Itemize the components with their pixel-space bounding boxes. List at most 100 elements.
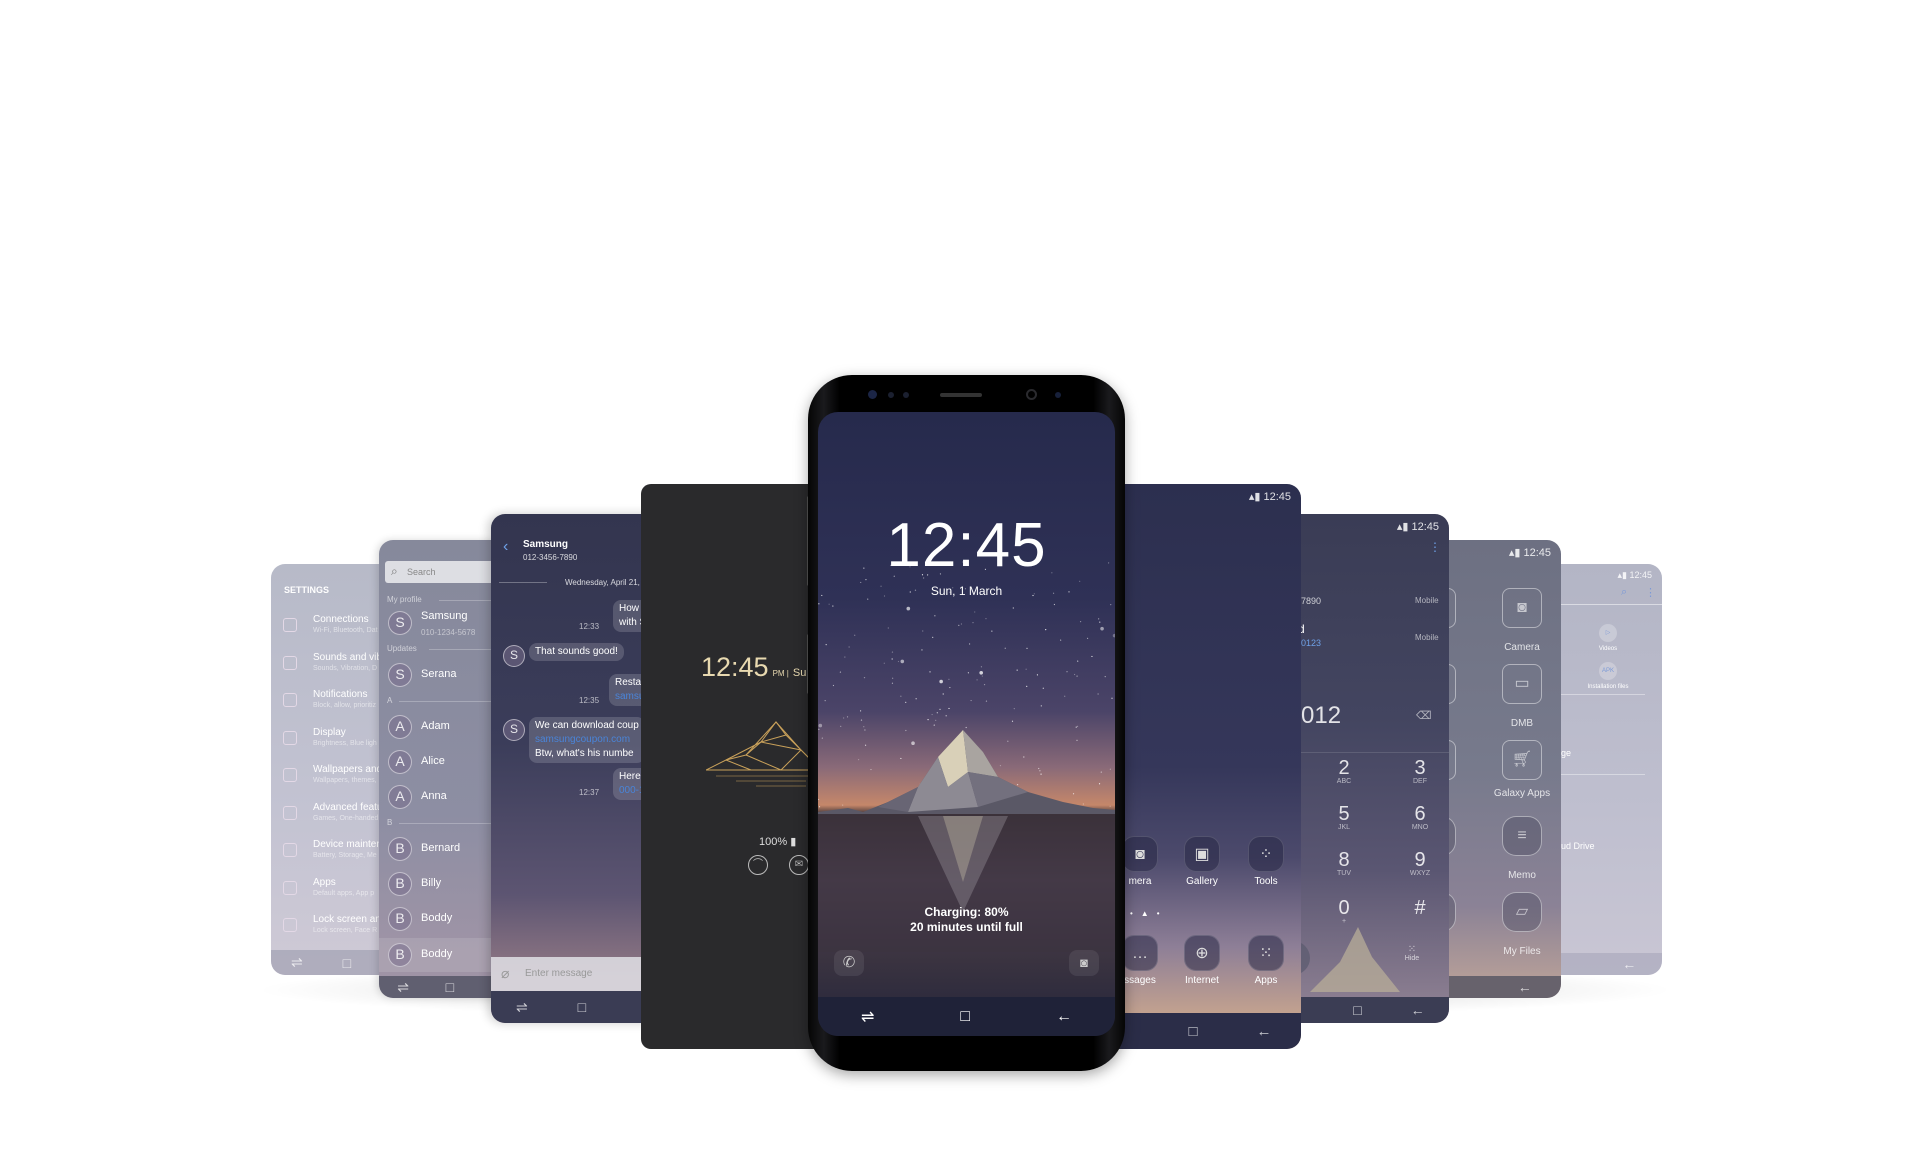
app-label: Tools [1254,876,1278,887]
star [934,615,936,617]
folder-icon[interactable]: ▱ [1502,892,1542,932]
contact-row[interactable]: B Boddy [379,938,509,972]
contact-row[interactable]: A Adam [379,710,509,744]
star [900,659,905,664]
cart-icon[interactable]: 🛒︎ [1502,740,1542,780]
lock-clock: 12:45 [886,511,1047,580]
camera-shortcut-icon[interactable]: ◙ [1069,950,1099,976]
message-notification-icon[interactable]: ✉ [789,855,809,875]
message-input[interactable]: ⌀ Enter message [491,957,661,991]
star [985,700,988,702]
tv-icon[interactable]: ▭ [1502,664,1542,704]
home-icon[interactable]: □ [960,1008,970,1026]
key-letters: JKL [1337,824,1351,831]
always-on-display-screen: 12:45 PM | Su 100% ▮ ⌒ ✉ [641,484,826,1049]
missed-call-icon[interactable]: ⌒ [748,855,768,875]
back-icon[interactable]: ‹ [503,538,508,556]
message-text: We can download coup [535,720,639,731]
front-camera [1026,389,1037,400]
star [832,684,835,687]
contact-row[interactable]: B Bernard [379,832,509,866]
attach-icon[interactable]: ⌀ [501,965,509,982]
dial-key[interactable]: 9 WXYZ [1390,850,1449,877]
category-label: Videos [1598,646,1618,652]
search-icon: ⌕ [391,564,398,578]
key-digit: 2 [1338,757,1350,779]
memo-icon[interactable]: ≡ [1502,816,1542,856]
search-icon[interactable]: ⌕ [1621,586,1627,599]
home-icon[interactable]: □ [343,955,351,971]
category-icon[interactable]: ▷ [1599,624,1617,642]
star [1104,676,1106,678]
camera-icon[interactable]: ◙ [1502,588,1542,628]
dial-key[interactable]: 6 MNO [1390,804,1449,831]
home-icon[interactable]: □ [1188,1023,1197,1040]
contact-row[interactable]: A Anna [379,780,509,814]
result-number[interactable]: 7890 [1301,596,1321,606]
backspace-icon[interactable]: ⌫ [1416,709,1432,722]
contact-row[interactable]: B Billy [379,867,509,901]
recents-icon[interactable]: ⇌ [516,999,528,1016]
back-icon[interactable]: ← [1518,979,1532,995]
result-type: Mobile [1415,596,1439,605]
apk-icon[interactable]: APK [1599,662,1617,680]
recents-icon[interactable]: ⇌ [397,979,409,996]
settings-item-title: Connections [313,614,369,625]
star [844,656,846,658]
avatar: A [388,785,412,809]
dial-key[interactable]: # [1390,898,1449,918]
star [1100,626,1104,631]
dialed-number[interactable]: 012 [1301,702,1341,730]
dial-key[interactable]: 8 TUV [1314,850,1374,877]
message-bubble[interactable]: That sounds good! [529,643,624,661]
star [983,684,986,686]
contact-row[interactable]: S Serana [379,658,509,692]
messages-icon[interactable]: … [1122,935,1158,971]
avatar: S [388,611,412,635]
settings-title: SETTINGS [284,585,330,595]
page-indicator[interactable]: •▲• [1130,909,1168,918]
star [921,649,923,651]
my-files-screen: ▴▮ 12:45 ⌕ ⋮ ▷dio▷Videos▷loadsAPKInstall… [1545,564,1662,975]
back-icon[interactable]: ← [1622,956,1636,972]
hide-keypad-button[interactable]: ⁙ Hide [1397,944,1427,962]
key-digit: 8 [1338,849,1350,871]
camera-icon[interactable]: ◙ [1122,836,1158,872]
globe-icon[interactable]: ⊕ [1184,935,1220,971]
home-icon[interactable]: □ [1353,1002,1361,1018]
contact-row[interactable]: B Boddy [379,902,509,936]
back-icon[interactable]: ← [1411,1002,1425,1018]
key-letters: ABC [1336,778,1352,785]
more-options-icon[interactable]: ⋮ [1429,540,1441,554]
internal-storage-item[interactable]: ge [1561,748,1571,758]
phone-shortcut-icon[interactable]: ✆ [834,950,864,976]
dial-key[interactable]: 0 + [1314,898,1374,925]
dial-key[interactable]: 3 DEF [1390,758,1449,785]
recents-icon[interactable]: ⇌ [861,1007,874,1027]
cloud-drive-item[interactable]: ud Drive [1561,841,1595,851]
dial-key[interactable]: 2 ABC [1314,758,1374,785]
recents-icon[interactable]: ⇌ [291,954,303,971]
folder-icon[interactable]: ⁘ [1248,836,1284,872]
more-options-icon[interactable]: ⋮ [1645,586,1656,599]
back-icon[interactable]: ← [1056,1008,1072,1026]
home-screen: ▴▮ 12:45 ◙ mera ▣ Gallery ⁘ Tools… ssages ⊕ Inte… [1100,484,1301,1049]
message-bubble[interactable]: We can download coup samsungcoupon.com Btw… [529,717,645,763]
gallery-icon[interactable]: ▣ [1184,836,1220,872]
star [1026,647,1028,649]
section-letter: A [387,696,393,705]
contact-row[interactable]: A Alice [379,745,509,779]
dial-key[interactable]: 5 JKL [1314,804,1374,831]
contact-number: 010-1234-5678 [421,628,476,637]
apps-grid-icon[interactable]: ⁙ [1248,935,1284,971]
home-icon[interactable]: □ [578,999,586,1015]
contact-name: Billy [421,877,442,889]
iris-sensor [868,390,877,399]
result-number[interactable]: 0123 [1301,638,1321,648]
message-link[interactable]: samsungcoupon.com [535,733,639,747]
home-icon[interactable]: □ [446,979,454,995]
conversation-number: 012-3456-7890 [523,553,578,562]
key-letters: WXYZ [1409,870,1431,877]
contact-row[interactable]: S Samsung 010-1234-5678 [379,606,509,640]
back-icon[interactable]: ← [1256,1023,1271,1040]
